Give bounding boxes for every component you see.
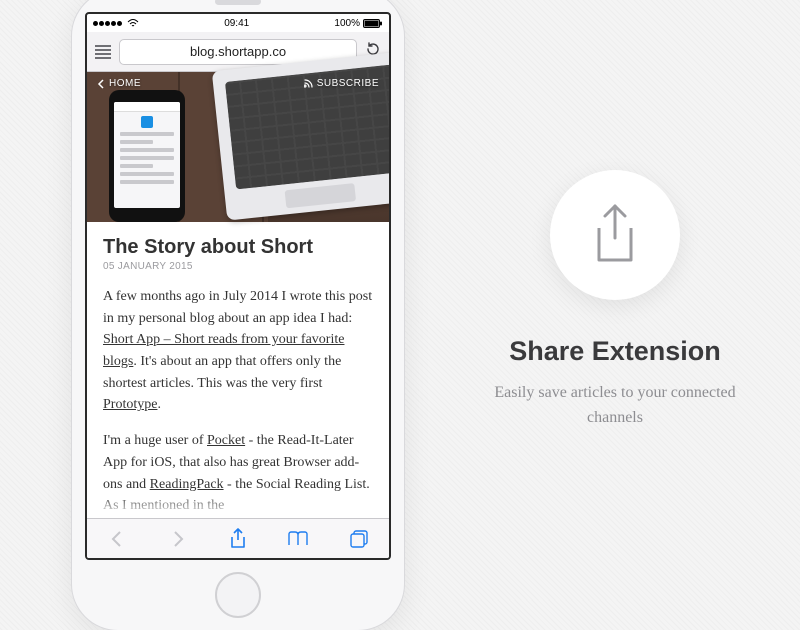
reader-view-icon[interactable] — [95, 43, 111, 61]
share-icon — [587, 202, 643, 268]
subscribe-label: SUBSCRIBE — [317, 78, 379, 89]
signal-dots-icon — [93, 18, 123, 29]
article-body: The Story about Short 05 JANUARY 2015 A … — [87, 222, 389, 518]
tabs-button[interactable] — [344, 524, 374, 554]
promo-panel: Share Extension Easily save articles to … — [430, 0, 800, 600]
rss-icon — [304, 79, 313, 88]
iphone-device: 09:41 100% blog.shortapp.co — [72, 0, 404, 630]
home-label: HOME — [109, 78, 141, 89]
subscribe-link[interactable]: SUBSCRIBE — [304, 78, 379, 89]
url-text: blog.shortapp.co — [190, 44, 286, 59]
link-readingpack[interactable]: ReadingPack — [150, 477, 224, 492]
device-column: 09:41 100% blog.shortapp.co — [0, 0, 430, 600]
status-bar: 09:41 100% — [87, 14, 389, 32]
link-prototype[interactable]: Prototype — [103, 397, 157, 412]
back-home-link[interactable]: HOME — [97, 78, 141, 89]
phone-speaker — [215, 0, 261, 5]
share-button[interactable] — [223, 524, 253, 554]
forward-button[interactable] — [163, 524, 193, 554]
promo-subtitle: Easily save articles to your connected c… — [485, 381, 745, 431]
back-button[interactable] — [102, 524, 132, 554]
battery-icon — [363, 19, 383, 28]
chevron-left-icon — [97, 79, 105, 89]
hero-laptop — [212, 49, 391, 220]
article-date: 05 JANUARY 2015 — [103, 261, 373, 272]
promo-title: Share Extension — [509, 336, 721, 367]
status-time: 09:41 — [139, 18, 334, 29]
battery-percent: 100% — [334, 18, 360, 29]
bookmarks-button[interactable] — [283, 524, 313, 554]
promo-icon-circle — [550, 170, 680, 300]
phone-screen: 09:41 100% blog.shortapp.co — [85, 12, 391, 560]
article-hero: HOME SUBSCRIBE — [87, 72, 389, 222]
hero-phone — [109, 90, 185, 222]
article-title: The Story about Short — [103, 236, 373, 259]
article-paragraph-1: A few months ago in July 2014 I wrote th… — [103, 286, 373, 416]
link-pocket[interactable]: Pocket — [207, 433, 245, 448]
safari-toolbar — [87, 518, 389, 558]
home-button[interactable] — [215, 572, 261, 618]
wifi-icon — [127, 19, 139, 28]
article-paragraph-2: I'm a huge user of Pocket - the Read-It-… — [103, 430, 373, 517]
